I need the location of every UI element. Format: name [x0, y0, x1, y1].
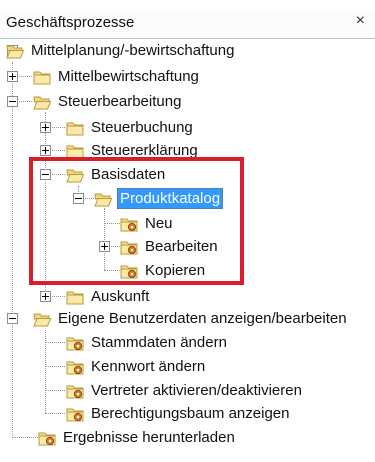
tree-node-label: Eigene Benutzerdaten anzeigen/bearbeiten — [58, 310, 347, 327]
closed-folder-icon — [33, 69, 51, 85]
tree-node-steuerbearbeitung[interactable]: Steuerbearbeitung — [33, 90, 183, 113]
tree-node-label: Ergebnisse herunterladen — [63, 429, 235, 446]
tree-line — [45, 413, 65, 414]
expand-icon[interactable] — [40, 291, 51, 302]
tree-node-berechtigungsbaum[interactable]: Berechtigungsbaum anzeigen — [66, 402, 291, 425]
annotation-highlight-box — [29, 157, 244, 285]
folder-gear-icon — [66, 359, 84, 375]
open-folder-icon — [6, 43, 24, 59]
folder-gear-icon — [38, 430, 56, 446]
tree-node-label: Vertreter aktivieren/deaktivieren — [91, 382, 302, 399]
expand-icon[interactable] — [40, 145, 51, 156]
close-icon[interactable]: × — [356, 12, 365, 30]
folder-gear-icon — [66, 335, 84, 351]
tree-node-vertreter[interactable]: Vertreter aktivieren/deaktivieren — [66, 379, 304, 402]
tree-line — [12, 437, 38, 438]
expand-icon[interactable] — [40, 122, 51, 133]
tree-node-label: Mittelbewirtschaftung — [58, 68, 199, 85]
open-folder-icon — [33, 94, 51, 110]
tree-line — [12, 62, 13, 438]
tree-node-stammdaten[interactable]: Stammdaten ändern — [66, 331, 229, 354]
geschaeftsprozesse-panel: Geschäftsprozesse × Mittelplanung/-bewir… — [0, 0, 375, 462]
open-folder-icon — [33, 311, 51, 327]
tree-node-label: Kennwort ändern — [91, 358, 206, 375]
tree-node-mittelbewirtschaftung[interactable]: Mittelbewirtschaftung — [33, 65, 201, 88]
tree-node-label: Auskunft — [91, 288, 150, 305]
tree-node-eigene-benutzerdaten[interactable]: Eigene Benutzerdaten anzeigen/bearbeiten — [33, 307, 349, 330]
tree-node-label: Steuerbearbeitung — [58, 93, 182, 110]
expand-icon[interactable] — [7, 71, 18, 82]
tree-node-steuerbuchung[interactable]: Steuerbuchung — [66, 116, 195, 139]
tree-node-label: Steuerbuchung — [91, 119, 193, 136]
closed-folder-icon — [66, 120, 84, 136]
tree-node-kennwort[interactable]: Kennwort ändern — [66, 355, 207, 378]
tree-line — [45, 366, 65, 367]
tree-node-auskunft[interactable]: Auskunft — [66, 285, 151, 308]
closed-folder-icon — [66, 289, 84, 305]
folder-gear-icon — [66, 383, 84, 399]
tree-node-label: Berechtigungsbaum anzeigen — [91, 405, 290, 422]
panel-title: Geschäftsprozesse — [6, 14, 135, 31]
tree-line — [45, 342, 65, 343]
tree-node-label: Mittelplanung/-bewirtschaftung — [31, 42, 235, 59]
collapse-icon[interactable] — [7, 313, 18, 324]
tree-node-label: Stammdaten ändern — [91, 334, 227, 351]
tree-node-mittelplanung[interactable]: Mittelplanung/-bewirtschaftung — [6, 39, 236, 62]
collapse-icon[interactable] — [7, 96, 18, 107]
folder-gear-icon — [66, 406, 84, 422]
panel-titlebar: Geschäftsprozesse × — [0, 10, 375, 39]
tree-node-ergebnisse[interactable]: Ergebnisse herunterladen — [38, 426, 237, 449]
tree-line — [45, 390, 65, 391]
